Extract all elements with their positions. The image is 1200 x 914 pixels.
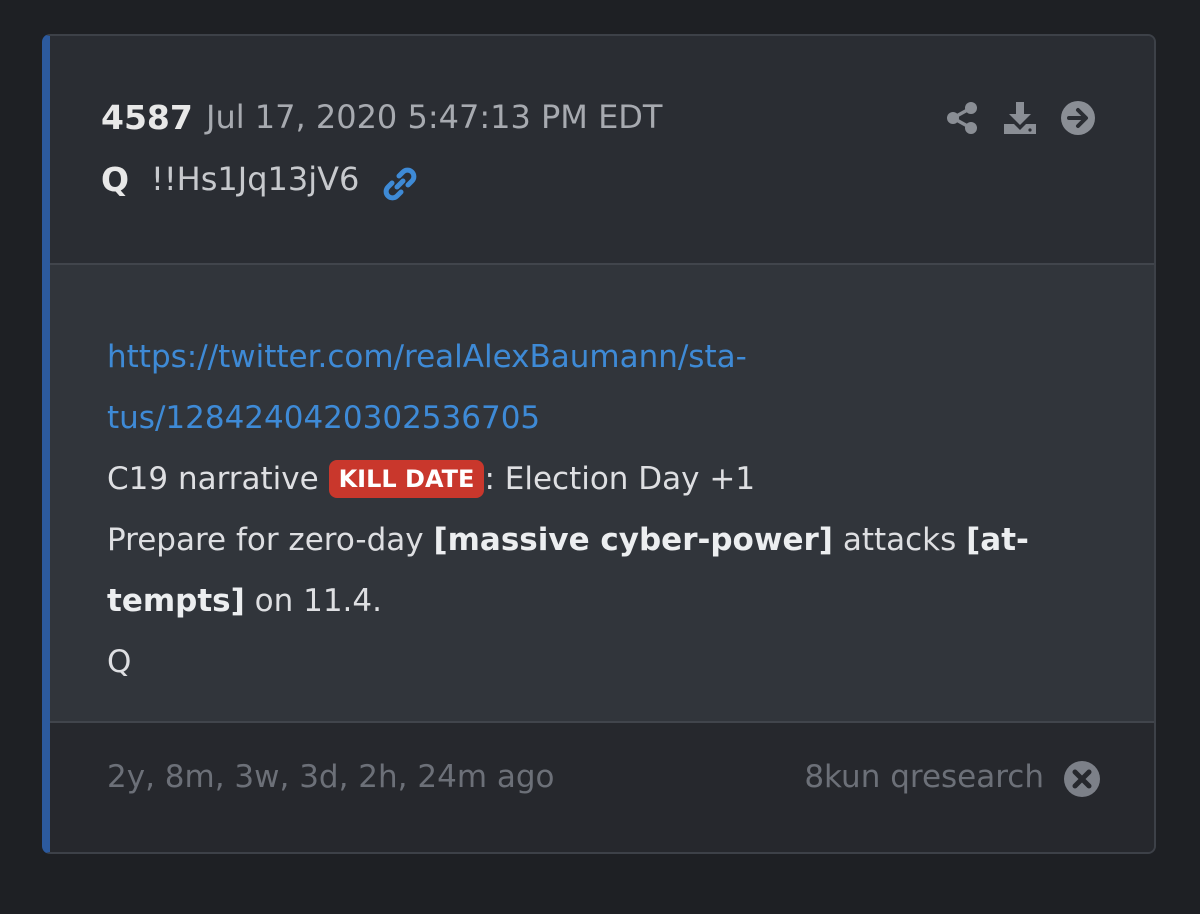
narrative-prefix: C19 narrative: [107, 461, 329, 497]
share-icon[interactable]: [944, 100, 980, 136]
prepare-line: Prepare for zero-day [massive cyber-powe…: [107, 510, 1107, 571]
prepare-bold-1: [massive cyber-power]: [433, 522, 833, 558]
attempts-line: tempts] on 11.4.: [107, 571, 1107, 632]
post-source: 8kun qresearch: [804, 759, 1044, 795]
arrow-right-circle-icon[interactable]: [1060, 100, 1096, 136]
kill-date-badge: KILL DATE: [328, 460, 485, 498]
narrative-suffix: : Election Day +1: [484, 461, 756, 497]
narrative-line: C19 narrative KILL DATE: Election Day +1: [107, 449, 1107, 510]
post-card: 4587 Jul 17, 2020 5:47:13 PM EDT Q !!Hs1…: [42, 34, 1156, 854]
link-icon[interactable]: [380, 164, 420, 204]
prepare-mid: attacks: [832, 522, 967, 558]
prepare-bold-2: [at-: [966, 522, 1029, 558]
post-date: Jul 17, 2020 5:47:13 PM EDT: [206, 98, 663, 136]
close-circle-icon[interactable]: [1062, 759, 1102, 799]
post-body: https://twitter.com/realAlexBaumann/sta-…: [50, 265, 1154, 723]
attempts-suffix: on 11.4.: [244, 583, 382, 619]
post-content: https://twitter.com/realAlexBaumann/sta-…: [107, 327, 1107, 693]
post-age: 2y, 8m, 3w, 3d, 2h, 24m ago: [107, 759, 555, 795]
signature: Q: [107, 644, 132, 680]
post-number: 4587: [101, 98, 193, 137]
post-author: Q: [101, 160, 130, 199]
post-header: 4587 Jul 17, 2020 5:47:13 PM EDT Q !!Hs1…: [50, 36, 1154, 265]
attempts-bold: tempts]: [107, 583, 245, 619]
tweet-link-line2[interactable]: tus/1284240420302536705: [107, 388, 1107, 449]
post-footer: 2y, 8m, 3w, 3d, 2h, 24m ago 8kun qresear…: [50, 723, 1154, 852]
prepare-prefix: Prepare for zero-day: [107, 522, 434, 558]
tweet-link-line1[interactable]: https://twitter.com/realAlexBaumann/sta-: [107, 327, 1107, 388]
post-tripcode: !!Hs1Jq13jV6: [151, 160, 360, 198]
header-actions: [944, 100, 1096, 136]
download-icon[interactable]: [1002, 100, 1038, 136]
